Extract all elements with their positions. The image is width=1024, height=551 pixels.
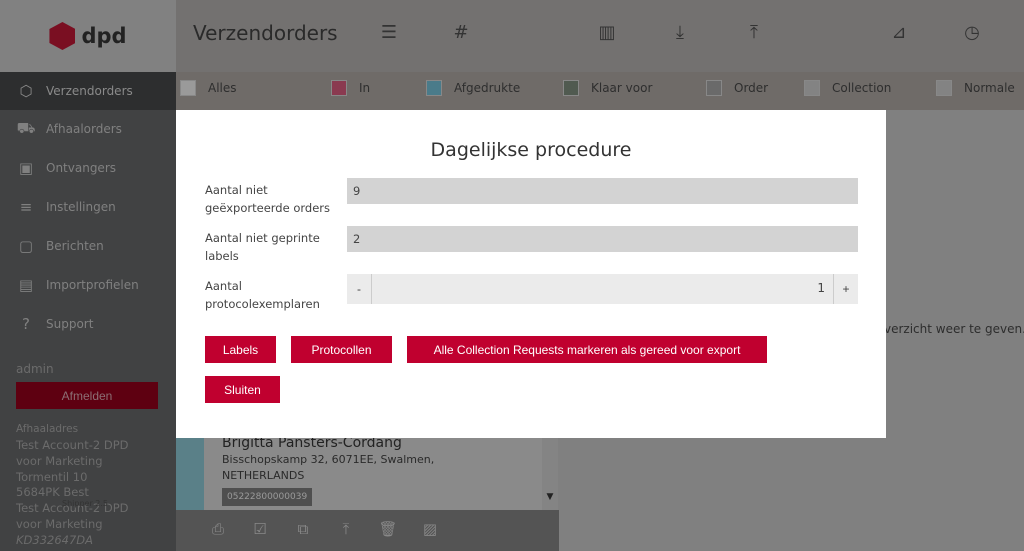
label-swap-icon[interactable]: ⧉	[293, 520, 313, 538]
legend-label: Order	[734, 81, 769, 95]
status-strip	[176, 438, 204, 510]
sidebar-item-verzendorders[interactable]: ⬡ Verzendorders	[0, 72, 176, 110]
legend-label: Alles	[208, 81, 237, 95]
calendar-edit-icon[interactable]: ▨	[420, 520, 440, 538]
decrement-button[interactable]: -	[347, 274, 371, 304]
legend-label: Afgedrukte	[454, 81, 521, 95]
increment-button[interactable]: +	[834, 274, 858, 304]
legend-swatch	[563, 80, 579, 96]
truck-icon: ⛟	[16, 119, 36, 137]
legend-swatch	[706, 80, 722, 96]
calendar-clock-icon[interactable]: ◷	[960, 22, 984, 43]
sidebar-item-berichten[interactable]: ▢ Berichten	[0, 227, 176, 265]
barcode-icon[interactable]: ▥	[595, 22, 619, 43]
order-card[interactable]: Brigitta Pansters-Cordang Bisschopskamp …	[204, 435, 542, 510]
shipper-version: Shipper 2.5	[62, 499, 109, 508]
daily-procedure-dialog: Dagelijkse procedure Aantal niet geëxpor…	[176, 110, 886, 438]
dialog-title: Dagelijkse procedure	[430, 139, 632, 161]
order-toolbar: ⎙ ☑ ⧉ ⤒ 🗑 ▨	[176, 510, 559, 551]
field-label-unexported-orders: Aantal niet geëxporteerde orders	[205, 183, 330, 215]
sliders-icon: ≡	[19, 198, 33, 216]
trash-icon[interactable]: 🗑	[378, 520, 398, 538]
address-book-icon: ▣	[18, 159, 34, 177]
download-icon[interactable]: ⤓	[668, 22, 692, 43]
import-file-icon: ▤	[18, 276, 34, 294]
sidebar-item-instellingen[interactable]: ≡ Instellingen	[0, 188, 176, 226]
dpd-logo[interactable]: dpd	[0, 0, 176, 72]
pickup-line: KD332647DA	[16, 532, 94, 547]
close-button[interactable]: Sluiten	[205, 376, 280, 403]
legend-label: Normale	[964, 81, 1015, 95]
protocol-copies-input[interactable]: 1	[371, 274, 834, 304]
legend-item-afgedrukte[interactable]: Afgedrukte	[426, 80, 520, 96]
pickup-line: Test Account-2 DPD	[16, 438, 129, 452]
print-icon[interactable]: ⎙	[208, 520, 228, 538]
legend-item-normale[interactable]: Normale	[936, 80, 1015, 96]
grid-view-icon[interactable]: #	[449, 22, 473, 43]
unprinted-labels-field: 2	[347, 226, 858, 252]
sidebar-item-label: Berichten	[46, 239, 104, 253]
legend-label: Collection	[832, 81, 892, 95]
legend-swatch	[936, 80, 952, 96]
dpd-cube-icon	[49, 22, 76, 50]
legend-item-klaar-voor[interactable]: Klaar voor	[563, 80, 652, 96]
sidebar-item-ontvangers[interactable]: ▣ Ontvangers	[0, 149, 176, 187]
legend-swatch	[331, 80, 347, 96]
legend-swatch	[180, 80, 196, 96]
sidebar-item-afhaalorders[interactable]: ⛟ Afhaalorders	[0, 110, 176, 148]
sidebar-item-label: Afhaalorders	[46, 122, 122, 136]
message-icon: ▢	[18, 237, 34, 255]
legend-item-order[interactable]: Order	[706, 80, 768, 96]
pickup-line: voor Marketing	[16, 516, 103, 531]
sidebar-item-label: Ontvangers	[46, 161, 117, 175]
legend-swatch	[426, 80, 442, 96]
recipient-address: Bisschopskamp 32, 6071EE, Swalmen, NETHE…	[222, 453, 435, 482]
legend-label: Klaar voor	[591, 81, 653, 95]
mark-collection-requests-button[interactable]: Alle Collection Requests markeren als ge…	[407, 336, 767, 363]
scanner-icon[interactable]: ⊿	[887, 22, 911, 43]
logout-button[interactable]: Afmelden	[16, 382, 158, 409]
support-icon: ?	[22, 315, 30, 333]
sidebar-item-importprofielen[interactable]: ▤ Importprofielen	[0, 266, 176, 304]
field-label-protocol-copies: Aantal protocolexemplaren	[205, 279, 320, 311]
sidebar-item-label: Support	[46, 317, 94, 331]
pickup-title: Afhaaladres	[16, 423, 79, 435]
labels-button[interactable]: Labels	[205, 336, 276, 363]
package-icon: ⬡	[19, 82, 33, 100]
unexported-orders-field: 9	[347, 178, 858, 204]
legend-swatch	[804, 80, 820, 96]
scrollbar[interactable]: ▼	[542, 438, 558, 510]
legend-item-in[interactable]: In	[331, 80, 370, 96]
empty-message: verzicht weer te geven.	[884, 322, 1024, 336]
scroll-down-icon[interactable]: ▼	[547, 492, 554, 502]
pickup-line: Tormentil 10	[16, 469, 88, 484]
pickup-address: Test Account-2 DPD voor Marketing Tormen…	[16, 438, 129, 549]
field-label-unprinted-labels: Aantal niet geprinte labels	[205, 231, 320, 263]
status-legend: Alles In Afgedrukte Klaar voor Order Col…	[176, 72, 1024, 110]
page-title: Verzendorders	[193, 21, 338, 45]
legend-label: In	[359, 81, 371, 95]
sidebar: ⬡ Verzendorders ⛟ Afhaalorders ▣ Ontvangers…	[0, 72, 176, 551]
protocol-copies-stepper: - 1 +	[347, 274, 858, 304]
brand-name: dpd	[81, 24, 127, 48]
clipboard-check-icon[interactable]: ☑	[250, 520, 270, 538]
protocollen-button[interactable]: Protocollen	[291, 336, 392, 363]
sidebar-item-label: Verzendorders	[46, 84, 133, 98]
list-view-icon[interactable]: ☰	[377, 22, 401, 43]
sidebar-item-label: Importprofielen	[46, 278, 139, 292]
legend-item-collection[interactable]: Collection	[804, 80, 891, 96]
sidebar-item-support[interactable]: ? Support	[0, 305, 176, 343]
username: admin	[16, 362, 54, 376]
pickup-line: voor Marketing	[16, 453, 103, 468]
parcel-number: 05222800000039	[222, 488, 313, 506]
sidebar-item-label: Instellingen	[46, 200, 116, 214]
upload-icon[interactable]: ⤒	[336, 520, 356, 538]
header: Verzendorders ☰ # ▥ ⤓ ⤒ ⊿ ◷	[176, 0, 1024, 72]
legend-item-alles[interactable]: Alles	[180, 80, 237, 96]
upload-icon[interactable]: ⤒	[742, 22, 766, 43]
